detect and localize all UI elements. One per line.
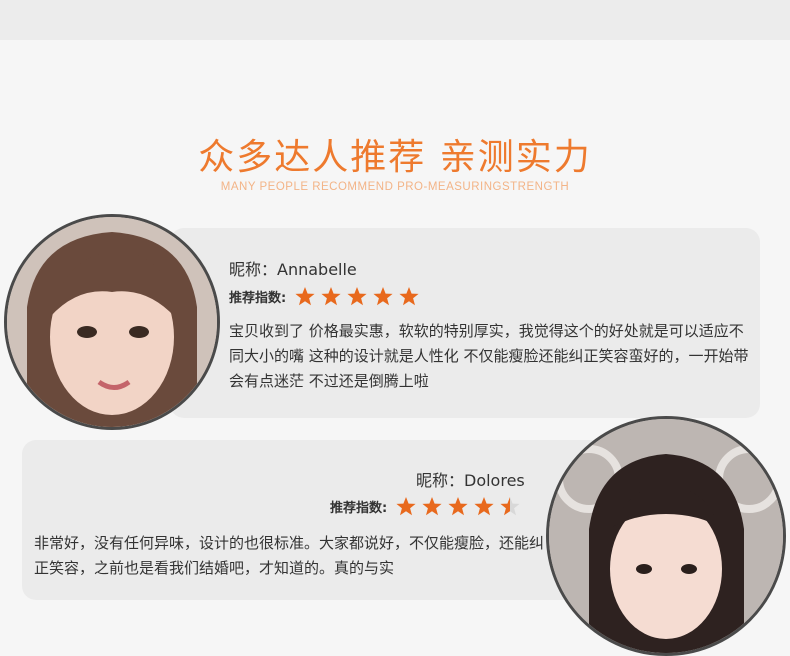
- rating-label: 推荐指数:: [229, 290, 287, 306]
- avatar: [4, 214, 220, 430]
- reviewer-nickname: 昵称：Dolores: [416, 471, 525, 490]
- star-icon: [321, 287, 341, 306]
- star-icon: [399, 287, 419, 306]
- reviewer-nickname: 昵称：Annabelle: [229, 260, 357, 279]
- rating: 推荐指数:: [229, 286, 424, 306]
- rating: 推荐指数:: [330, 496, 525, 516]
- top-band: [0, 0, 790, 40]
- star-icon: [422, 497, 442, 516]
- star-icon: [396, 497, 416, 516]
- rating-label: 推荐指数:: [330, 500, 388, 516]
- review-text: 宝贝收到了 价格最实惠，软软的特别厚实，我觉得这个的好处就是可以适应不同大小的嘴…: [229, 322, 749, 390]
- rating-stars: [294, 286, 424, 306]
- star-icon: [347, 287, 367, 306]
- section-title: 众多达人推荐 亲测实力: [198, 137, 592, 178]
- star-icon: [295, 287, 315, 306]
- review-text: 非常好，没有任何异味，设计的也很标准。大家都说好，不仅能瘦脸，还能纠正笑容，之前…: [34, 534, 545, 577]
- avatar: [546, 416, 786, 656]
- avatar-portrait-image: [549, 419, 783, 653]
- section-subtitle: MANY PEOPLE RECOMMEND PRO-MEASURINGSTREN…: [220, 181, 570, 193]
- star-icon: [448, 497, 468, 516]
- rating-stars: [395, 496, 525, 516]
- star-icon: [500, 497, 520, 516]
- avatar-portrait-image: [7, 217, 217, 427]
- star-icon: [474, 497, 494, 516]
- star-icon: [373, 287, 393, 306]
